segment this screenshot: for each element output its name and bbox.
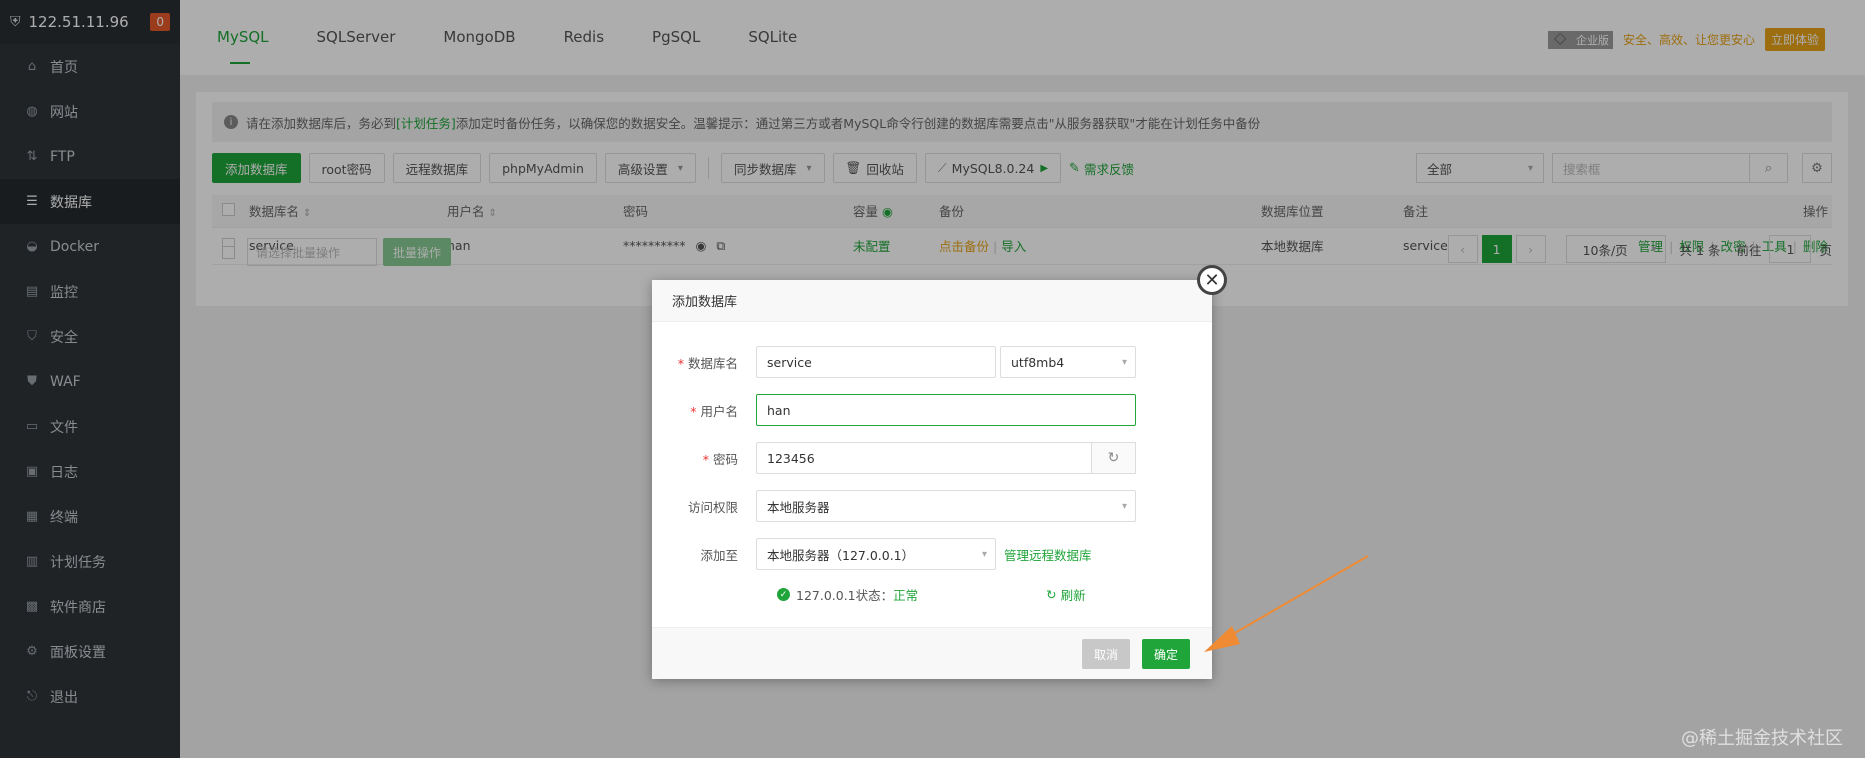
status-text: 127.0.0.1状态： — [796, 588, 894, 603]
db-name-label: * 数据库名 — [652, 353, 756, 372]
dialog-title: 添加数据库 — [652, 280, 1212, 322]
refresh-icon[interactable]: ↻ — [1046, 587, 1056, 602]
label-text: 密码 — [712, 451, 738, 467]
password-label: * 密码 — [652, 449, 756, 468]
password-input[interactable]: 123456 — [756, 442, 1092, 474]
db-name-row: * 数据库名 service utf8mb4 ▾ — [652, 346, 1136, 378]
chevron-down-icon: ▾ — [1121, 500, 1127, 512]
manage-remote-link[interactable]: 管理远程数据库 — [1004, 545, 1092, 564]
password-row: * 密码 123456 ↻ — [652, 442, 1136, 474]
status-value: 正常 — [893, 588, 919, 603]
add-database-dialog: 添加数据库 ✕ * 数据库名 service utf8mb4 ▾ * 用户名 han … — [652, 265, 1227, 679]
user-label: * 用户名 — [652, 401, 756, 420]
chevron-down-icon: ▾ — [1121, 356, 1127, 368]
charset-value: utf8mb4 — [1011, 354, 1065, 370]
charset-select[interactable]: utf8mb4 ▾ — [1000, 346, 1136, 378]
required-mark: * — [702, 451, 709, 467]
annotation-arrow-icon — [1204, 555, 1369, 652]
check-icon: ✓ — [777, 588, 790, 601]
add-to-row: 添加至 本地服务器（127.0.0.1） ▾ 管理远程数据库 — [652, 538, 1092, 570]
regenerate-password-icon[interactable]: ↻ — [1092, 442, 1136, 474]
confirm-button[interactable]: 确定 — [1142, 639, 1191, 669]
access-label: 访问权限 — [687, 499, 738, 515]
add-to-label: 添加至 — [700, 547, 738, 563]
label-text: 用户名 — [700, 403, 738, 419]
cancel-button[interactable]: 取消 — [1082, 639, 1131, 669]
server-status: ✓ 127.0.0.1状态： 正常 ↻ 刷新 — [777, 585, 1086, 604]
dialog-footer: 取消 确定 — [652, 627, 1212, 679]
access-value: 本地服务器 — [767, 499, 830, 515]
user-row: * 用户名 han — [652, 394, 1136, 426]
required-mark: * — [690, 403, 697, 419]
chevron-down-icon: ▾ — [981, 548, 987, 560]
username-input[interactable]: han — [756, 394, 1136, 426]
label-text: 数据库名 — [687, 355, 738, 371]
refresh-link[interactable]: 刷新 — [1061, 585, 1086, 604]
required-mark: * — [677, 355, 684, 371]
access-row: 访问权限 本地服务器 ▾ — [652, 490, 1136, 522]
watermark: @稀土掘金技术社区 — [1681, 728, 1843, 749]
access-select[interactable]: 本地服务器 ▾ — [756, 490, 1136, 522]
server-select[interactable]: 本地服务器（127.0.0.1） ▾ — [756, 538, 996, 570]
server-value: 本地服务器（127.0.0.1） — [767, 547, 915, 563]
close-icon[interactable]: ✕ — [1197, 265, 1227, 295]
db-name-input[interactable]: service — [756, 346, 996, 378]
